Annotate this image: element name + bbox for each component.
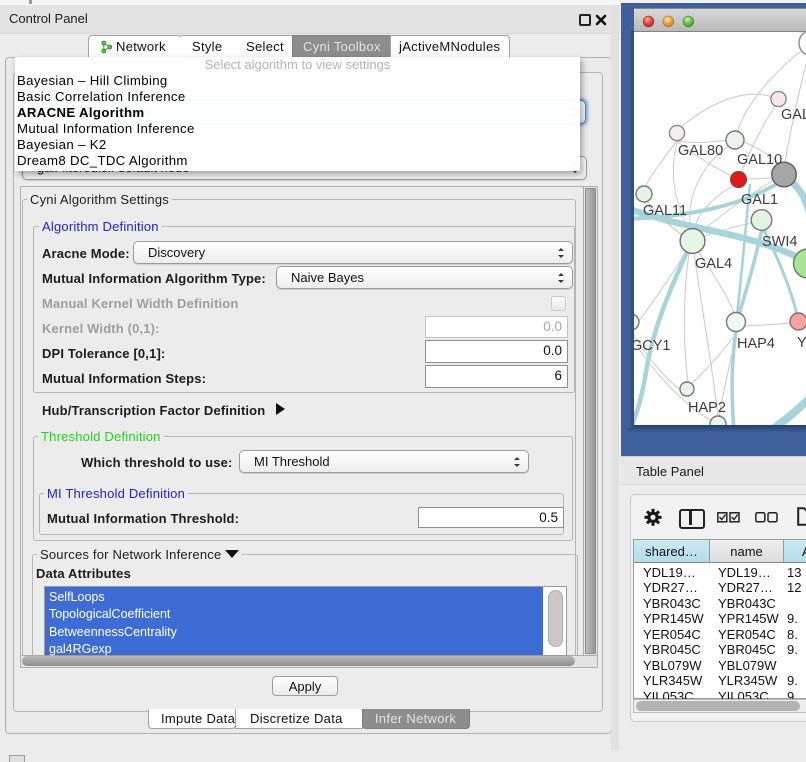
svg-text:HAP4: HAP4	[737, 336, 775, 352]
svg-text:SWI4: SWI4	[762, 234, 797, 250]
svg-text:GAL7: GAL7	[781, 107, 806, 123]
svg-text:GAL80: GAL80	[678, 143, 723, 159]
svg-text:HAP2: HAP2	[688, 400, 726, 416]
svg-text:Y: Y	[797, 335, 806, 351]
svg-text:GAL1: GAL1	[741, 192, 778, 208]
svg-text:GAL4: GAL4	[695, 256, 732, 272]
svg-text:GAL10: GAL10	[737, 152, 782, 168]
svg-text:GAL11: GAL11	[643, 203, 687, 219]
svg-text:GCY1: GCY1	[634, 338, 671, 354]
